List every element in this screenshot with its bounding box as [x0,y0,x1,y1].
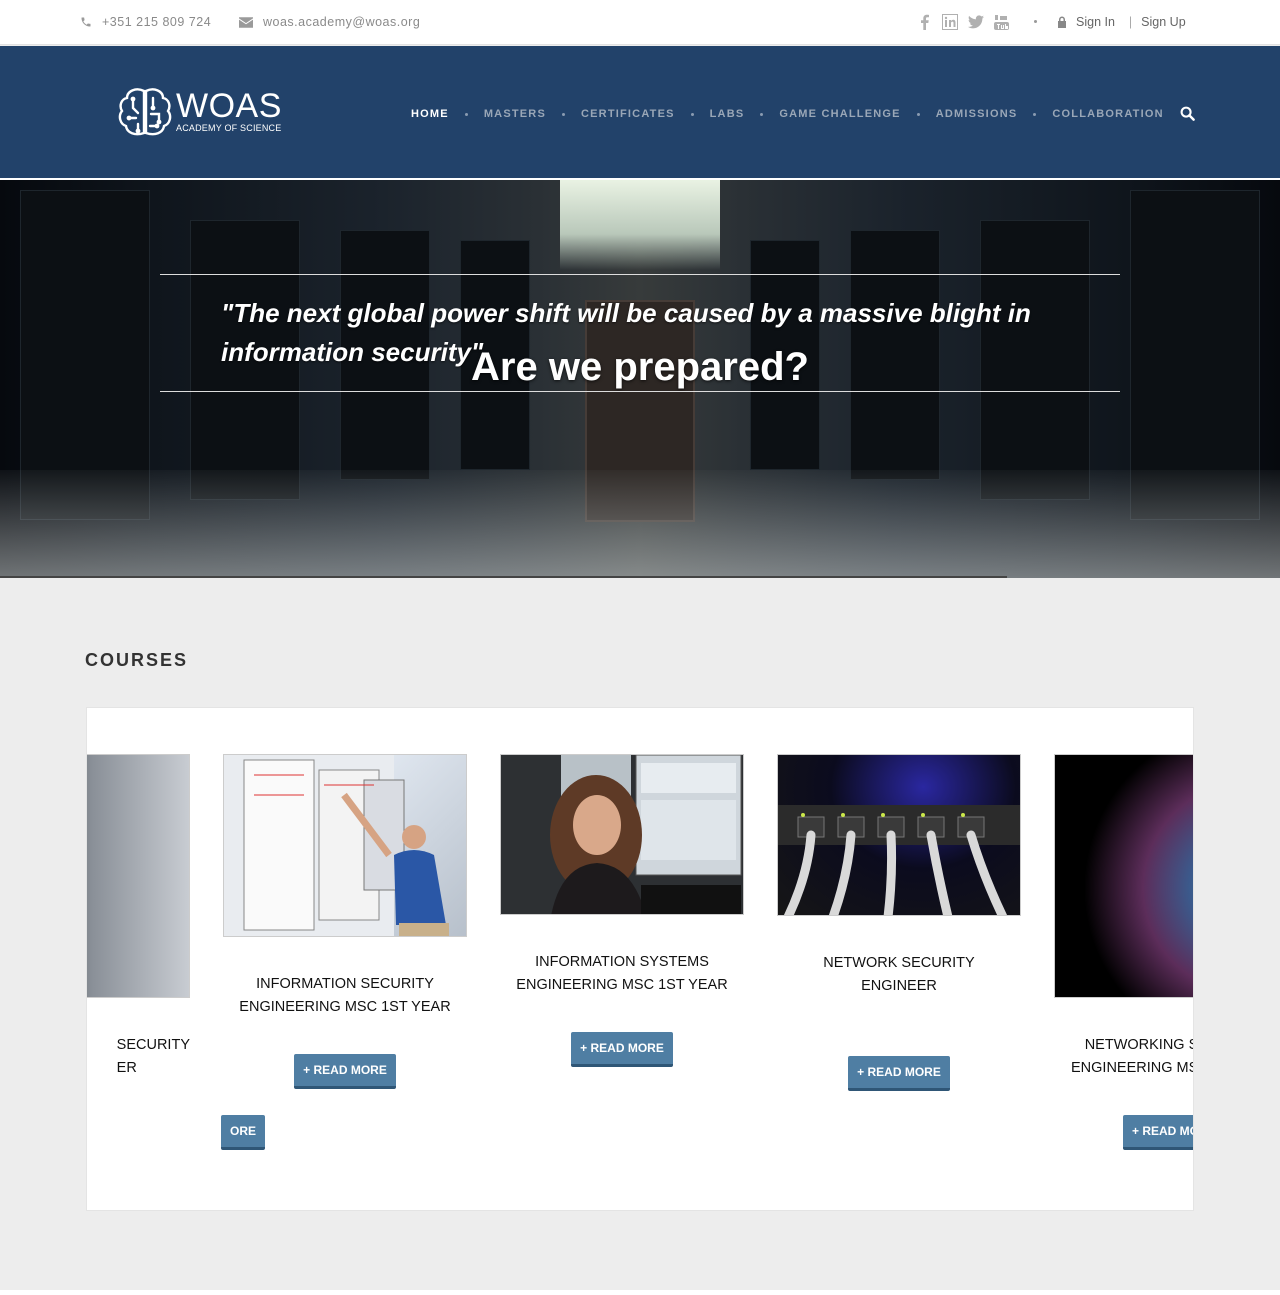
course-title[interactable]: INFORMATION SYSTEMS ENGINEERING MSC 1ST … [500,951,744,997]
search-button[interactable] [1180,106,1195,126]
course-thumbnail[interactable] [777,754,1021,916]
social-links [918,14,1009,30]
nav-separator [464,112,468,116]
logo-subtitle: ACADEMY OF SCIENCE [176,123,282,133]
nav-masters[interactable]: MASTERS [484,108,546,120]
mail-icon [239,16,253,28]
course-card: NETWORK SECURITY ENGINEER + READ MORE [777,754,1021,1091]
read-more-button[interactable]: + READ MORE [848,1056,950,1091]
course-title-line: NETWORKING S ENGINEERING MS [1071,1037,1193,1076]
logo-text: WOAS ACADEMY OF SCIENCE [176,87,282,133]
nav-admissions[interactable]: ADMISSIONS [936,108,1018,120]
main-nav: HOME MASTERS CERTIFICATES LABS GAME CHAL… [411,108,1164,120]
course-thumbnail[interactable] [223,754,467,937]
email-address[interactable]: woas.academy@woas.org [263,15,420,29]
linkedin-icon[interactable] [942,14,958,30]
slider-progress-bar [0,576,1007,578]
brain-circuit-icon [118,88,172,136]
nav-collaboration[interactable]: COLLABORATION [1052,108,1163,120]
hero-slider: "The next global power shift will be cau… [0,180,1280,578]
course-thumbnail[interactable] [500,754,744,915]
top-bar: +351 215 809 724 woas.academy@woas.org S… [0,0,1280,45]
logo[interactable]: WOAS ACADEMY OF SCIENCE [118,86,282,138]
auth-separator: | [1128,15,1133,29]
youtube-icon[interactable] [994,14,1009,30]
phone-contact: +351 215 809 724 [80,15,211,29]
course-card: NETWORKING S ENGINEERING MS + READ MO [1054,754,1193,1150]
course-title[interactable]: SECURITY ER [87,1034,190,1080]
main-header: WOAS ACADEMY OF SCIENCE HOME MASTERS CER… [0,46,1280,178]
read-more-button[interactable]: ORE [220,1115,265,1150]
course-thumbnail[interactable] [1054,754,1193,998]
hero-bg-floor [0,470,1280,578]
courses-heading: COURSES [85,650,189,670]
sign-in-link[interactable]: Sign In [1076,15,1115,29]
course-title[interactable]: INFORMATION SECURITY ENGINEERING MSC 1ST… [223,973,467,1019]
lock-icon [1058,16,1066,28]
thumbnail-illustration [501,755,743,914]
nav-home[interactable]: HOME [411,108,449,120]
course-thumbnail[interactable] [87,754,190,998]
courses-carousel: SECURITY ER ORE INFORMATION SECURITY ENG… [86,707,1194,1211]
nav-separator [562,112,565,116]
read-more-button[interactable]: + READ MO [1123,1115,1193,1150]
nav-separator [1033,112,1037,116]
hero-bg-ceiling-light [560,180,720,270]
auth-links: Sign In | Sign Up [1057,15,1186,29]
nav-separator [690,112,694,116]
thumbnail-illustration [224,755,449,936]
search-icon [1180,106,1195,121]
course-title-line: SECURITY ER [116,1037,190,1076]
course-card: INFORMATION SECURITY ENGINEERING MSC 1ST… [223,754,467,1089]
facebook-icon[interactable] [918,14,932,30]
nav-separator [760,112,764,116]
thumbnail-illustration [778,805,1020,915]
course-title[interactable]: NETWORK SECURITY ENGINEER [777,952,1021,998]
hero-rule-bottom [160,391,1120,392]
nav-labs[interactable]: LABS [710,108,745,120]
phone-number: +351 215 809 724 [102,15,212,29]
twitter-icon[interactable] [968,15,984,29]
course-title[interactable]: NETWORKING S ENGINEERING MS [1054,1034,1193,1080]
nav-certificates[interactable]: CERTIFICATES [581,108,675,120]
course-card: INFORMATION SYSTEMS ENGINEERING MSC 1ST … [500,754,744,1067]
email-contact[interactable]: woas.academy@woas.org [239,15,420,29]
hero-rule-top [160,274,1120,275]
sign-up-link[interactable]: Sign Up [1141,15,1185,29]
course-card: SECURITY ER ORE [87,754,265,1150]
read-more-button[interactable]: + READ MORE [571,1032,673,1067]
nav-game-challenge[interactable]: GAME CHALLENGE [779,108,900,120]
hero-title: Are we prepared? [471,345,809,389]
read-more-button[interactable]: + READ MORE [294,1054,396,1089]
separator-dot [1034,20,1037,23]
phone-icon [81,17,91,27]
logo-name: WOAS [176,87,282,125]
footer-edge [0,1290,1280,1295]
nav-separator [916,112,920,116]
